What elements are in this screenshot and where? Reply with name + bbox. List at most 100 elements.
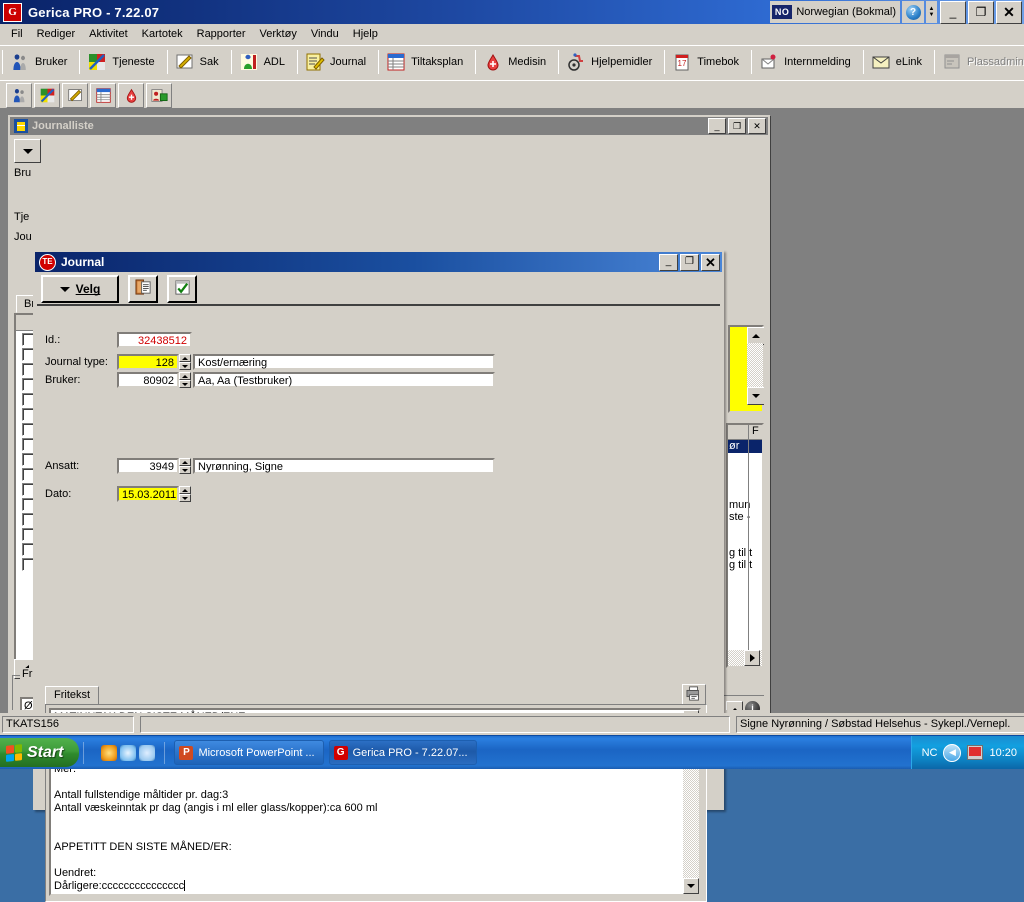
dato-spinner[interactable] bbox=[179, 486, 191, 502]
toolbar-button-plassadmin[interactable]: Plassadmin bbox=[937, 47, 1024, 77]
toolbar2-button-person[interactable] bbox=[6, 82, 32, 108]
tab-fritekst[interactable]: Fritekst bbox=[45, 686, 100, 705]
chevron-down-icon bbox=[22, 148, 33, 154]
toolbar2-button-medisin[interactable] bbox=[118, 82, 144, 108]
tray-language-indicator[interactable]: NC bbox=[922, 747, 938, 759]
journalliste-minimize-button[interactable]: _ bbox=[708, 118, 726, 134]
dato-label: Dato: bbox=[45, 488, 72, 500]
language-indicator[interactable]: NO Norwegian (Bokmal) bbox=[769, 1, 900, 23]
bruker-spinner[interactable] bbox=[179, 372, 191, 388]
taskbar-task-powerpoint[interactable]: P Microsoft PowerPoint ... bbox=[174, 740, 324, 765]
journalliste-grid-header: F bbox=[728, 425, 762, 655]
browser-e-icon[interactable] bbox=[120, 744, 137, 761]
scroll-down-icon bbox=[752, 394, 760, 398]
table-row[interactable]: mun bbox=[728, 499, 762, 511]
toolbar2-button-brukerkort[interactable] bbox=[146, 82, 172, 108]
svg-text:17: 17 bbox=[678, 59, 687, 68]
close-button[interactable]: ✕ bbox=[996, 0, 1022, 24]
journaltype-code-input[interactable]: 128 bbox=[117, 354, 179, 370]
toolbar-button-tiltaksplan[interactable]: Tiltaksplan bbox=[381, 47, 472, 77]
journalliste-label-tjeneste: Tje bbox=[14, 211, 30, 223]
journal-restore-button[interactable]: ❐ bbox=[680, 253, 699, 271]
window-spinner[interactable]: ▲ ▼ bbox=[926, 1, 937, 23]
bruker-text-input[interactable]: Aa, Aa (Testbruker) bbox=[193, 372, 495, 388]
field-row-dato: Dato: 15.03.2011 bbox=[45, 486, 191, 502]
toolbar2-button-tjeneste[interactable] bbox=[34, 82, 60, 108]
toolbar-separator bbox=[166, 50, 168, 74]
dato-input[interactable]: 15.03.2011 bbox=[117, 486, 179, 502]
approve-document-button[interactable] bbox=[167, 275, 197, 303]
journaltype-text-input[interactable]: Kost/ernæring bbox=[193, 354, 495, 370]
print-preview-button[interactable] bbox=[682, 684, 706, 706]
toolbar-button-timebok[interactable]: 17 Timebok bbox=[667, 47, 748, 77]
menu-item-rapporter[interactable]: Rapporter bbox=[190, 26, 253, 42]
toolbar-button-elink[interactable]: eLink bbox=[866, 47, 931, 77]
toolbar2-button-tiltaksplan[interactable] bbox=[90, 82, 116, 108]
velg-button[interactable]: Velg bbox=[41, 275, 119, 303]
taskbar-task-gerica[interactable]: G Gerica PRO - 7.22.07... bbox=[328, 740, 477, 765]
table-row[interactable]: g til t bbox=[728, 559, 762, 571]
display-icon[interactable] bbox=[967, 745, 984, 760]
toolbar-button-internmelding[interactable]: Internmelding bbox=[754, 47, 860, 77]
toolbar-separator bbox=[79, 50, 81, 74]
media-player-icon[interactable] bbox=[101, 744, 118, 761]
pencil-note-small-icon bbox=[67, 87, 84, 104]
hscroll-right-button[interactable] bbox=[744, 650, 760, 666]
toolbar-label-bruker: Bruker bbox=[35, 56, 68, 68]
fritekst-scroll-down-button[interactable] bbox=[683, 878, 699, 894]
journalliste-grid-hscrollbar[interactable] bbox=[728, 650, 762, 666]
journalliste-restore-button[interactable]: ❐ bbox=[728, 118, 746, 134]
ansatt-text-input[interactable]: Nyrønning, Signe bbox=[193, 458, 495, 474]
ansatt-code-input[interactable]: 3949 bbox=[117, 458, 179, 474]
grid-column-header: F bbox=[752, 425, 759, 437]
toolbar-button-tjeneste[interactable]: Tjeneste bbox=[82, 47, 163, 77]
minimize-button[interactable]: _ bbox=[940, 0, 966, 24]
info-icon[interactable]: i bbox=[745, 701, 760, 710]
help-button[interactable]: ? bbox=[902, 1, 924, 23]
journalliste-dropdown-button[interactable] bbox=[14, 139, 41, 163]
journal-minimize-button[interactable]: _ bbox=[659, 253, 678, 271]
journalliste-memo-scroll-up[interactable] bbox=[726, 701, 743, 710]
table-row[interactable]: g til t bbox=[728, 547, 762, 559]
ansatt-spinner[interactable] bbox=[179, 458, 191, 474]
status-machine-name: TKATS156 bbox=[2, 715, 134, 733]
table-row[interactable]: ste - bbox=[728, 511, 762, 523]
menu-item-rediger[interactable]: Rediger bbox=[30, 26, 83, 42]
menu-item-vindu[interactable]: Vindu bbox=[304, 26, 346, 42]
journalliste-scroll-down-button[interactable] bbox=[747, 387, 764, 405]
menu-item-fil[interactable]: Fil bbox=[4, 26, 30, 42]
menu-item-kartotek[interactable]: Kartotek bbox=[135, 26, 190, 42]
scroll-right-icon bbox=[749, 654, 755, 662]
start-button[interactable]: Start bbox=[0, 738, 80, 767]
bruker-code-input[interactable]: 80902 bbox=[117, 372, 179, 388]
journalliste-grid-selected-row[interactable]: ør bbox=[728, 440, 762, 453]
toolbar-button-hjelpemidler[interactable]: Hjelpemidler bbox=[561, 47, 661, 77]
show-hidden-icons-icon[interactable]: ◀ bbox=[943, 743, 962, 762]
journaltype-spinner[interactable] bbox=[179, 354, 191, 370]
toolbar-button-adl[interactable]: ADL bbox=[234, 47, 294, 77]
toolbar-button-bruker[interactable]: Bruker bbox=[5, 47, 76, 77]
toolbar2-button-sak[interactable] bbox=[62, 82, 88, 108]
journal-close-button[interactable]: ✕ bbox=[701, 253, 720, 271]
toolbar-button-sak[interactable]: Sak bbox=[170, 47, 228, 77]
toolbar-separator bbox=[475, 50, 477, 74]
toolbar-button-medisin[interactable]: Medisin bbox=[478, 47, 555, 77]
toolbar-label-timebok: Timebok bbox=[697, 56, 740, 68]
gerica-icon: G bbox=[333, 745, 348, 760]
menu-item-verktoy[interactable]: Verktøy bbox=[253, 26, 304, 42]
restore-button[interactable]: ❐ bbox=[968, 0, 994, 24]
people-icon bbox=[10, 52, 30, 72]
toolbar-button-journal[interactable]: Journal bbox=[300, 47, 375, 77]
menu-item-aktivitet[interactable]: Aktivitet bbox=[82, 26, 135, 42]
window-form-icon bbox=[942, 52, 962, 72]
velg-button-label: Velg bbox=[75, 282, 101, 296]
person-small-icon bbox=[11, 87, 28, 104]
status-message bbox=[140, 715, 730, 733]
journalliste-grid[interactable]: F ør mun ste - g til t g til t bbox=[726, 423, 764, 668]
journalliste-scroll-track[interactable] bbox=[747, 343, 763, 387]
copy-document-button[interactable] bbox=[128, 275, 158, 303]
tray-clock[interactable]: 10:20 bbox=[989, 747, 1017, 759]
menu-item-hjelp[interactable]: Hjelp bbox=[346, 26, 385, 42]
journalliste-close-button[interactable]: ✕ bbox=[748, 118, 766, 134]
explorer-icon[interactable] bbox=[139, 744, 156, 761]
